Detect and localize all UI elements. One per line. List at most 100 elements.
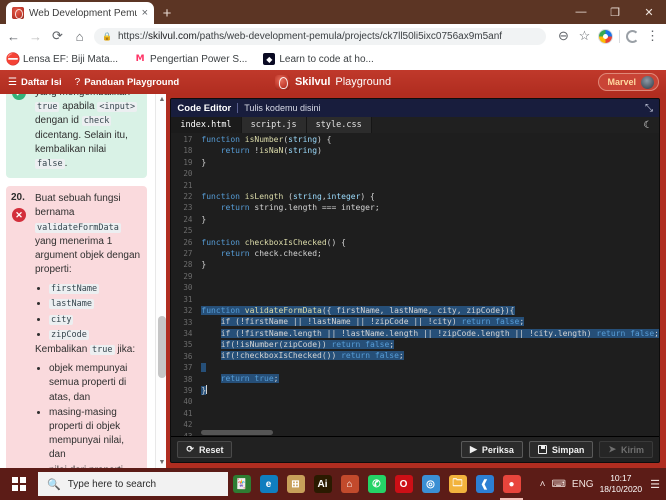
user-menu[interactable]: Marvel (598, 73, 659, 91)
scrollbar-thumb[interactable] (157, 316, 166, 378)
bookmark-item[interactable]: ◆ Learn to code at ho... (263, 53, 374, 65)
notifications-icon[interactable]: ☰ (648, 478, 660, 491)
start-button[interactable] (2, 468, 36, 500)
expand-icon[interactable]: ⤡ (645, 103, 653, 114)
taskbar-apps: 🃏 e ⊞ Ai ⌂ ✆ O ◎ 🗀 ❰ ● (228, 468, 525, 500)
kirim-button[interactable]: ➤ Kirim (599, 441, 653, 458)
search-icon: 🔍 (47, 478, 61, 491)
visual-studio-code-icon: ❰ (475, 475, 494, 493)
back-icon[interactable]: ← (6, 29, 21, 44)
clock[interactable]: 10:17 18/10/2020 (600, 473, 643, 494)
list-item: nilai dari properti zipCode harus dalam … (49, 464, 140, 469)
tab-favicon-icon (12, 7, 24, 19)
scroll-down-arrow-icon[interactable]: ▼ (156, 457, 167, 468)
task-card-error[interactable]: 20. ✕ Buat sebuah fungsi bernama validat… (6, 186, 148, 469)
line-number: 23 (183, 203, 193, 213)
address-bar-url: https://skilvul.com/paths/web-developmen… (117, 30, 503, 42)
line-number: 32 (183, 306, 193, 316)
task-card-success[interactable]: ✓ yang mengembalikan true apabila <input… (6, 94, 148, 179)
browser-tab[interactable]: Web Development Pemula Proje × (6, 2, 154, 24)
line-number: 38 (183, 374, 193, 384)
header-divider (237, 103, 239, 113)
bookmark-label: Learn to code at ho... (279, 53, 374, 65)
house-20-icon: ⌂ (340, 475, 359, 493)
file-tab-script-js[interactable]: script.js (241, 117, 307, 133)
panduan-playground-button[interactable]: ? Panduan Playground (75, 77, 180, 88)
browser-titlebar: Web Development Pemula Proje × + — ❐ ✕ (0, 0, 666, 24)
taskbar-icon-whatsapp[interactable]: ✆ (363, 468, 390, 500)
task-success-text: yang mengembalikan true apabila <input> … (35, 94, 138, 169)
file-tab-style-css[interactable]: style.css (306, 117, 372, 133)
extension-icon[interactable] (626, 29, 639, 43)
scroll-up-arrow-icon[interactable]: ▲ (156, 94, 167, 105)
new-tab-button[interactable]: + (154, 2, 180, 24)
microsoft-edge-icon: e (259, 475, 278, 493)
bookmark-item[interactable]: ⛔ Lensa EF: Biji Mata... (6, 52, 119, 66)
maximize-button[interactable]: ❐ (598, 0, 632, 24)
zoom-out-icon[interactable]: ⊖ (556, 28, 571, 44)
close-window-button[interactable]: ✕ (632, 0, 666, 24)
taskbar-icon-instagram[interactable]: ◎ (417, 468, 444, 500)
code-area[interactable]: 17 18 19 20 21 22 23 24 25 26 27 28 29 30 31 32 33 34 35 36… (171, 133, 659, 436)
bookmark-star-icon[interactable]: ☆ (577, 28, 592, 44)
taskbar-icon-solitaire[interactable]: 🃏 (228, 468, 255, 500)
code-line: } (201, 384, 208, 395)
keyboard-icon[interactable]: ⌨ (551, 479, 565, 490)
app-header: ☰ Daftar Isi ? Panduan Playground Skilvu… (0, 70, 666, 94)
simpan-button[interactable]: Simpan (528, 441, 594, 458)
line-number: 24 (183, 214, 193, 224)
line-number: 19 (183, 157, 193, 167)
forward-icon[interactable]: → (28, 29, 43, 44)
minimize-button[interactable]: — (564, 0, 598, 24)
periksa-button[interactable]: ▶ Periksa (460, 441, 523, 458)
reload-icon[interactable]: ⟳ (50, 28, 65, 44)
code-line: if(!isNumber(zipCode)) return false; (220, 340, 395, 350)
editor-actions: ▶ Periksa Simpan ➤ Kirim (460, 441, 653, 458)
list-item: city (49, 313, 140, 327)
close-tab-icon[interactable]: × (142, 7, 148, 19)
list-item: masing-masing properti di objek mempunya… (49, 406, 140, 463)
taskbar-icon-visual-studio-code[interactable]: ❰ (471, 468, 498, 500)
taskbar-icon-adobe-illustrator[interactable]: Ai (309, 468, 336, 500)
theme-toggle-moon-icon[interactable]: ☾ (637, 117, 659, 133)
line-number: 22 (183, 192, 193, 202)
code-line: } (201, 214, 207, 224)
instructions-panel: ✓ yang mengembalikan true apabila <input… (0, 94, 167, 468)
horizontal-scrollbar[interactable] (201, 430, 274, 435)
taskbar-icon-google-chrome[interactable]: ● (498, 468, 525, 500)
chrome-menu-icon[interactable]: ⋮ (645, 28, 660, 44)
daftar-isi-button[interactable]: ☰ Daftar Isi (8, 77, 62, 88)
taskbar-search[interactable]: 🔍 Type here to search (38, 472, 228, 496)
line-number: 18 (183, 146, 193, 156)
profile-avatar-icon[interactable] (598, 28, 613, 44)
instructions-scrollbar[interactable]: ▲ ▼ (155, 94, 167, 468)
windows-taskbar: 🔍 Type here to search 🃏 e ⊞ Ai ⌂ ✆ O ◎ 🗀 ❰ ● ˄ ⌨ E… (0, 468, 666, 500)
taskbar-icon-microsoft-store[interactable]: ⊞ (282, 468, 309, 500)
taskbar-icon-file-explorer[interactable]: 🗀 (444, 468, 471, 500)
editor-subtitle: Tulis kodemu disini (244, 103, 321, 113)
hamburger-icon: ☰ (8, 76, 17, 88)
taskbar-icon-opera[interactable]: O (390, 468, 417, 500)
line-number: 30 (183, 283, 193, 293)
taskbar-icon-house-20[interactable]: ⌂ (336, 468, 363, 500)
adobe-illustrator-icon: Ai (313, 475, 332, 493)
bookmark-item[interactable]: M Pengertian Power S... (134, 53, 248, 65)
code-line: } (201, 260, 207, 270)
home-icon[interactable]: ⌂ (72, 29, 87, 44)
windows-logo-icon (12, 477, 26, 491)
reset-button[interactable]: ⟳ Reset (177, 441, 233, 458)
line-number: 36 (183, 351, 193, 361)
task-return-text: Kembalikan true jika: (35, 344, 136, 355)
taskbar-icon-microsoft-edge[interactable]: e (255, 468, 282, 500)
instructions-scroll-area[interactable]: ✓ yang mengembalikan true apabila <input… (0, 94, 155, 468)
show-hidden-icons-chevron-icon[interactable]: ˄ (540, 479, 546, 490)
line-number: 33 (183, 317, 193, 327)
panduan-label: Panduan Playground (84, 76, 180, 88)
address-bar[interactable]: 🔒 https://skilvul.com/paths/web-developm… (94, 27, 546, 45)
file-tab-index-html[interactable]: index.html (171, 117, 242, 133)
code-text[interactable]: function isNumber(string) { return !isNa… (197, 133, 659, 436)
window-controls: — ❐ ✕ (564, 0, 666, 24)
language-indicator[interactable]: ENG (572, 479, 594, 490)
